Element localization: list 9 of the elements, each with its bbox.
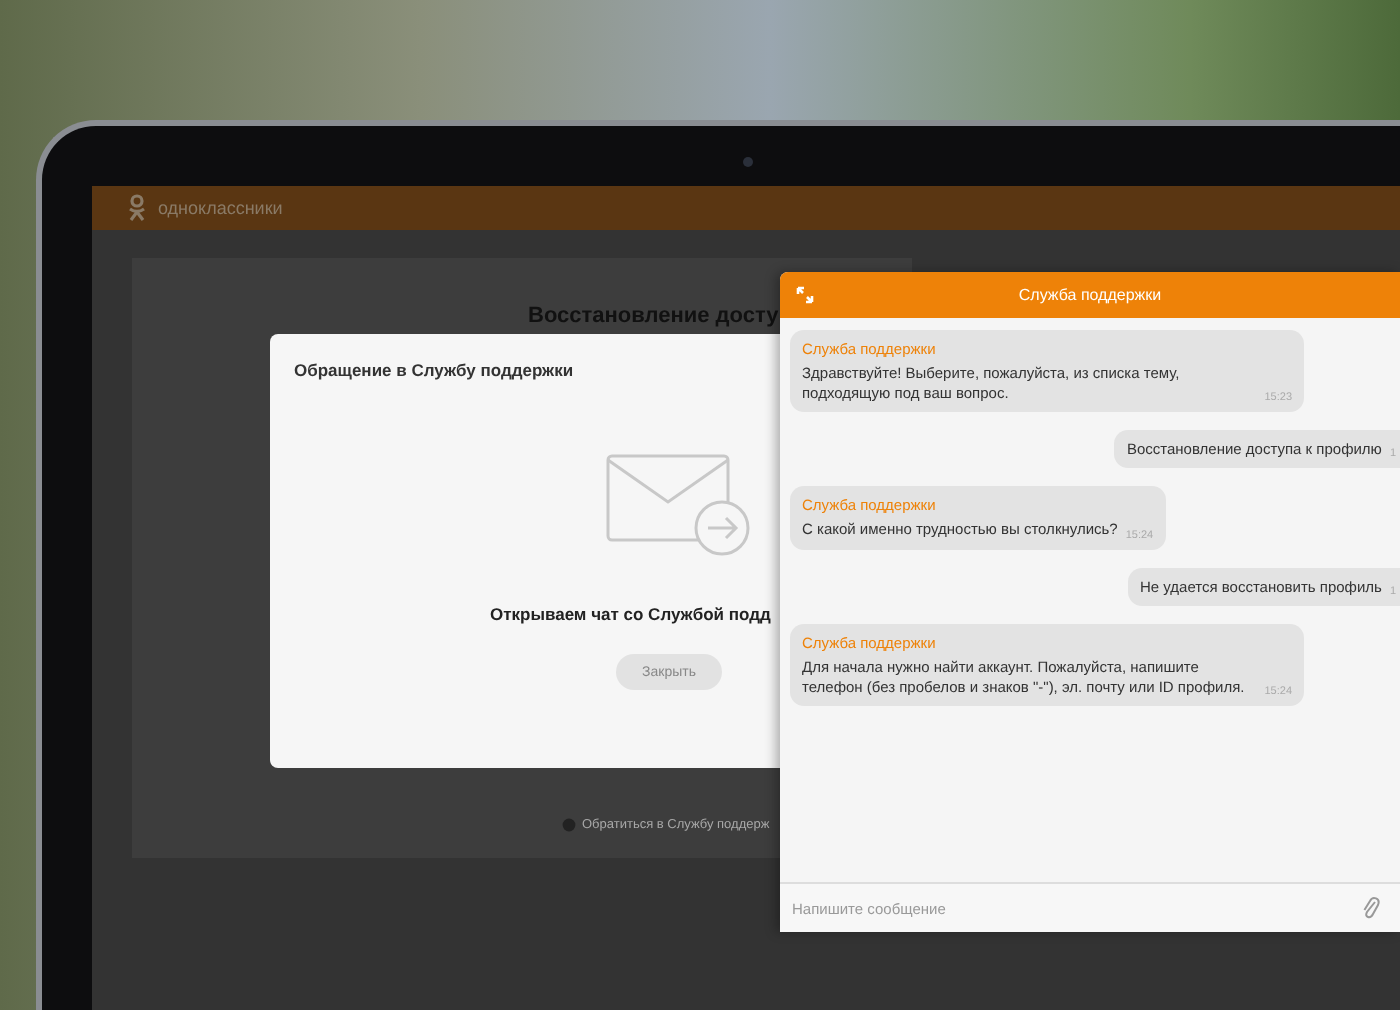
expand-icon[interactable]: [796, 286, 814, 304]
logo-text: одноклассники: [158, 198, 283, 218]
dialog-title: Обращение в Службу поддержки: [294, 360, 574, 380]
dialog-message: Открываем чат со Службой подд: [490, 604, 771, 624]
chat-title: Служба поддержки: [1018, 286, 1162, 304]
camera-icon: [742, 156, 754, 168]
envelope-arrow-icon: [606, 454, 754, 558]
paperclip-icon[interactable]: [1362, 896, 1380, 920]
logo-icon: [128, 194, 146, 222]
